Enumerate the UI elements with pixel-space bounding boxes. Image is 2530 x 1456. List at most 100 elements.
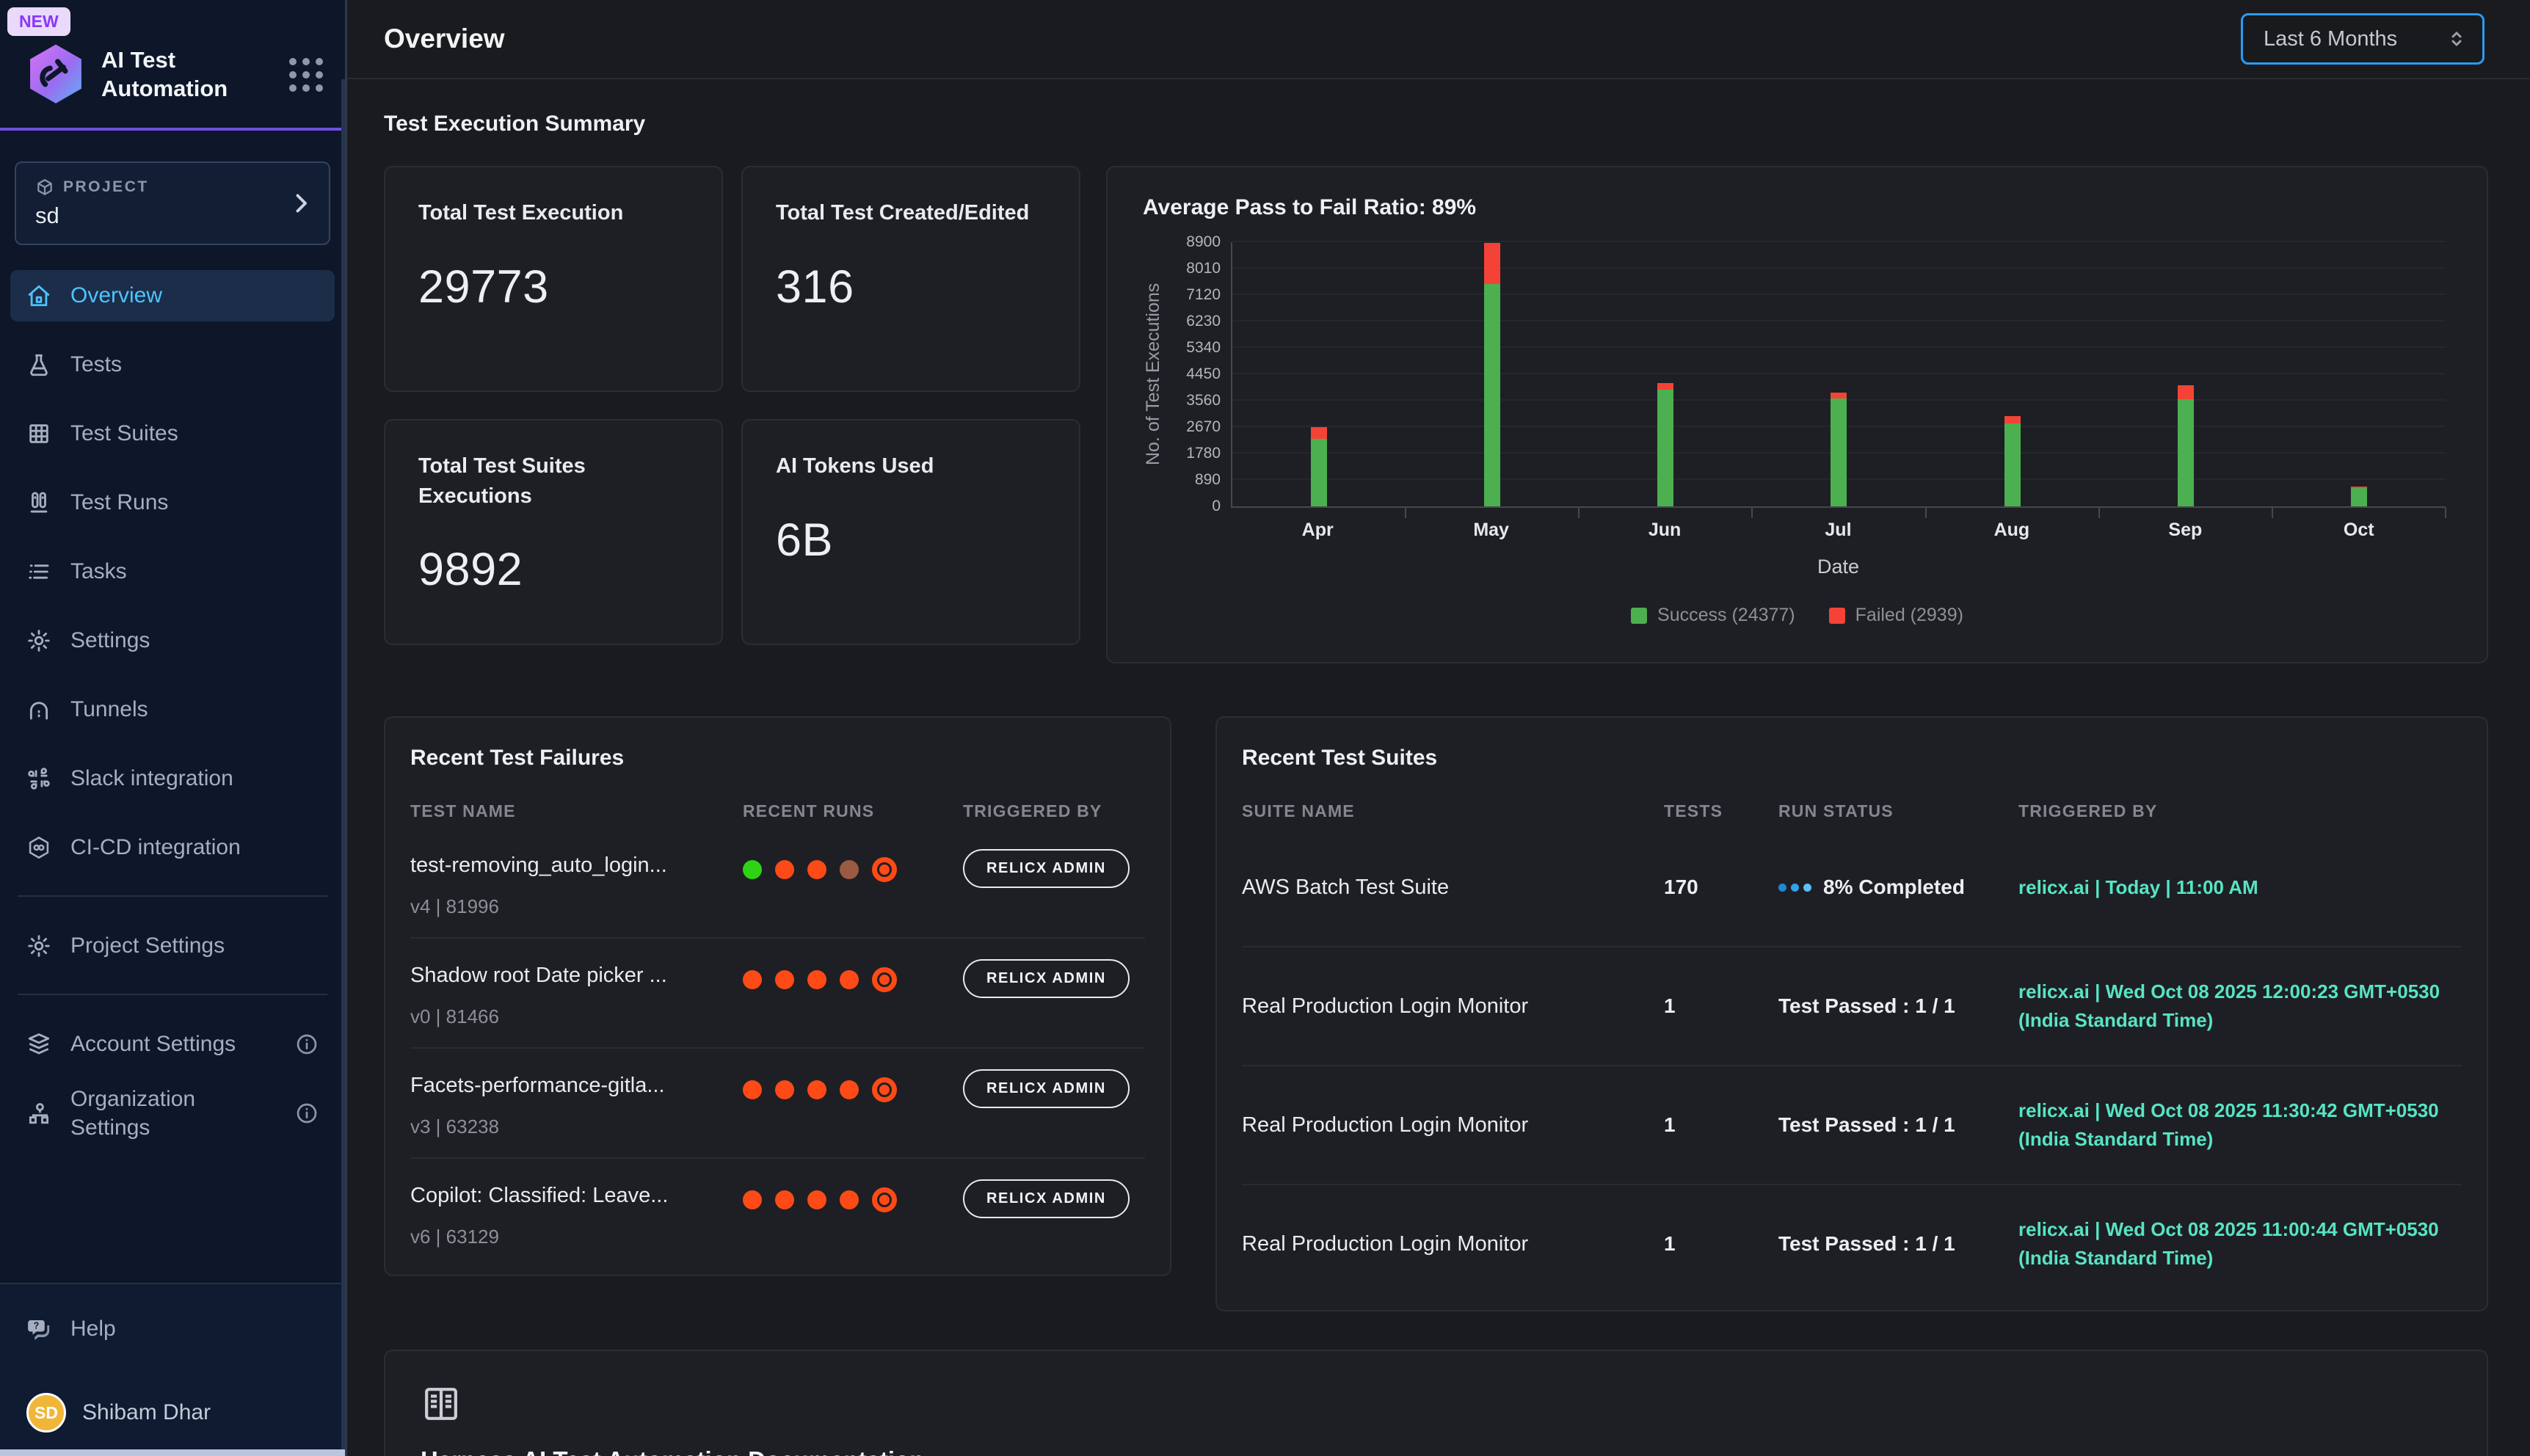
suite-triggered-by-link[interactable]: relicx.ai | Wed Oct 08 2025 11:00:44 GMT… [2018, 1215, 2462, 1273]
run-status-dot-failed[interactable] [775, 1190, 794, 1209]
layers-icon [26, 1032, 51, 1057]
suite-name[interactable]: Real Production Login Monitor [1242, 994, 1664, 1019]
run-status-dot-failed[interactable] [743, 970, 762, 989]
sidebar-item-slack-integration[interactable]: Slack integration [10, 753, 335, 804]
main-header: Overview Last 6 Months [347, 0, 2530, 79]
sidebar-item-overview[interactable]: Overview [10, 270, 335, 321]
sidebar-item-ci-cd-integration[interactable]: CI-CD integration [10, 822, 335, 873]
sidebar-item-label: Project Settings [70, 933, 225, 958]
stat-cards: Total Test Execution29773Total Test Crea… [384, 166, 1080, 645]
sidebar-vertical-scrollbar[interactable] [341, 79, 345, 1449]
recent-runs [743, 1077, 963, 1102]
date-range-select[interactable]: Last 6 Months [2241, 13, 2484, 65]
sidebar-item-settings[interactable]: Settings [10, 615, 335, 666]
stacked-bar-oct[interactable] [2351, 487, 2367, 506]
run-status-dot-failed[interactable] [807, 1190, 826, 1209]
suite-triggered-by-link[interactable]: relicx.ai | Wed Oct 08 2025 12:00:23 GMT… [2018, 978, 2462, 1035]
nav-divider [18, 895, 327, 897]
sidebar-item-label: Tests [70, 352, 122, 377]
suite-run-status: Test Passed : 1 / 1 [1778, 994, 2018, 1018]
recent-runs [743, 967, 963, 992]
sidebar-item-organization-settings[interactable]: Organization Settings [10, 1088, 335, 1139]
flask-icon [26, 352, 51, 377]
help-chat-icon: ? [26, 1317, 51, 1342]
user-name: Shibam Dhar [82, 1400, 211, 1425]
run-status-dot-failed[interactable] [743, 1080, 762, 1099]
failures-table-body: test-removing_auto_login...v4 | 81996 REL… [410, 829, 1145, 1267]
test-name-link[interactable]: Facets-performance-gitla... [410, 1074, 743, 1098]
suite-name[interactable]: AWS Batch Test Suite [1242, 876, 1664, 900]
chart-title: Average Pass to Fail Ratio: 89% [1143, 195, 2451, 220]
sidebar-item-account-settings[interactable]: Account Settings [10, 1019, 335, 1070]
test-name-link[interactable]: Shadow root Date picker ... [410, 964, 743, 988]
run-status-dot-failed[interactable] [743, 1190, 762, 1209]
home-icon [26, 283, 51, 308]
stat-card-label: Total Test Suites Executions [418, 451, 688, 511]
sidebar-item-tasks[interactable]: Tasks [10, 546, 335, 597]
gear-icon [26, 933, 51, 958]
stacked-bar-jul[interactable] [1831, 393, 1847, 506]
suite-triggered-by-link[interactable]: relicx.ai | Wed Oct 08 2025 11:30:42 GMT… [2018, 1096, 2462, 1154]
triggered-by-badge[interactable]: RELICX ADMIN [963, 1179, 1130, 1218]
run-status-dot-failed-target[interactable] [872, 1077, 897, 1102]
suite-run-status: 8% Completed [1778, 876, 2018, 899]
sidebar-horizontal-scrollbar[interactable] [0, 1449, 345, 1456]
test-name-link[interactable]: test-removing_auto_login... [410, 853, 743, 878]
info-icon[interactable] [295, 1102, 319, 1125]
suite-status-label: Test Passed : 1 / 1 [1778, 1113, 1955, 1137]
user-menu[interactable]: SD Shibam Dhar [10, 1372, 335, 1438]
x-tick-label: Jun [1578, 520, 1751, 541]
run-status-dot-failed[interactable] [775, 970, 794, 989]
sidebar-item-help[interactable]: ? Help [10, 1303, 335, 1355]
sidebar-item-test-suites[interactable]: Test Suites [10, 408, 335, 459]
y-tick-label: 8010 [1186, 260, 1221, 277]
sidebar-item-label: Test Suites [70, 421, 178, 446]
run-status-dot-failed[interactable] [775, 1080, 794, 1099]
stacked-bar-aug[interactable] [2004, 416, 2021, 506]
run-status-dot-failed[interactable] [807, 860, 826, 879]
stat-card-total-test-suites-executions: Total Test Suites Executions9892 [384, 419, 723, 645]
triggered-by-badge[interactable]: RELICX ADMIN [963, 959, 1130, 998]
y-axis-label: No. of Test Executions [1143, 242, 1172, 506]
suite-name[interactable]: Real Production Login Monitor [1242, 1113, 1664, 1138]
run-status-dot-success[interactable] [743, 860, 762, 879]
success-segment [1657, 390, 1673, 506]
run-status-dot-failed-target[interactable] [872, 967, 897, 992]
stacked-bar-sep[interactable] [2178, 385, 2194, 506]
sidebar-item-tests[interactable]: Tests [10, 339, 335, 390]
run-status-dot-failed-target[interactable] [872, 857, 897, 882]
test-name-link[interactable]: Copilot: Classified: Leave... [410, 1184, 743, 1208]
failure-row: Facets-performance-gitla...v3 | 63238REL… [410, 1049, 1145, 1159]
sidebar-item-project-settings[interactable]: Project Settings [10, 920, 335, 972]
triggered-by-badge[interactable]: RELICX ADMIN [963, 849, 1130, 888]
stat-card-label: AI Tokens Used [776, 451, 1046, 481]
triggered-by-badge[interactable]: RELICX ADMIN [963, 1069, 1130, 1108]
run-status-dot-failed-target[interactable] [872, 1187, 897, 1212]
stacked-bar-jun[interactable] [1657, 383, 1673, 506]
info-icon[interactable] [295, 1033, 319, 1056]
run-status-dot-failed[interactable] [840, 1190, 859, 1209]
suite-triggered-by-link[interactable]: relicx.ai | Today | 11:00 AM [2018, 873, 2462, 902]
stacked-bar-apr[interactable] [1311, 427, 1327, 506]
run-status-dot-failed[interactable] [807, 1080, 826, 1099]
run-status-dot-failed[interactable] [840, 1080, 859, 1099]
stat-card-value: 316 [776, 261, 1046, 313]
run-status-dot-failed[interactable] [807, 970, 826, 989]
bar-slot-oct [2272, 242, 2446, 506]
suite-name[interactable]: Real Production Login Monitor [1242, 1232, 1664, 1256]
stat-card-total-test-execution: Total Test Execution29773 [384, 166, 723, 392]
stacked-bar-may[interactable] [1484, 243, 1500, 506]
app-switcher-icon[interactable] [289, 58, 323, 92]
sidebar-item-label: Account Settings [70, 1032, 236, 1057]
stat-card-ai-tokens-used: AI Tokens Used6B [741, 419, 1080, 645]
sidebar-item-test-runs[interactable]: Test Runs [10, 477, 335, 528]
runs-icon [26, 490, 51, 515]
project-selector[interactable]: PROJECT sd [15, 161, 330, 245]
x-tick-label: Sep [2098, 520, 2272, 541]
sidebar-item-label: Help [70, 1317, 116, 1342]
test-name-cell: test-removing_auto_login...v4 | 81996 [410, 853, 743, 918]
run-status-dot-failed[interactable] [775, 860, 794, 879]
sidebar-item-tunnels[interactable]: Tunnels [10, 684, 335, 735]
run-status-dot-aborted[interactable] [840, 860, 859, 879]
run-status-dot-failed[interactable] [840, 970, 859, 989]
